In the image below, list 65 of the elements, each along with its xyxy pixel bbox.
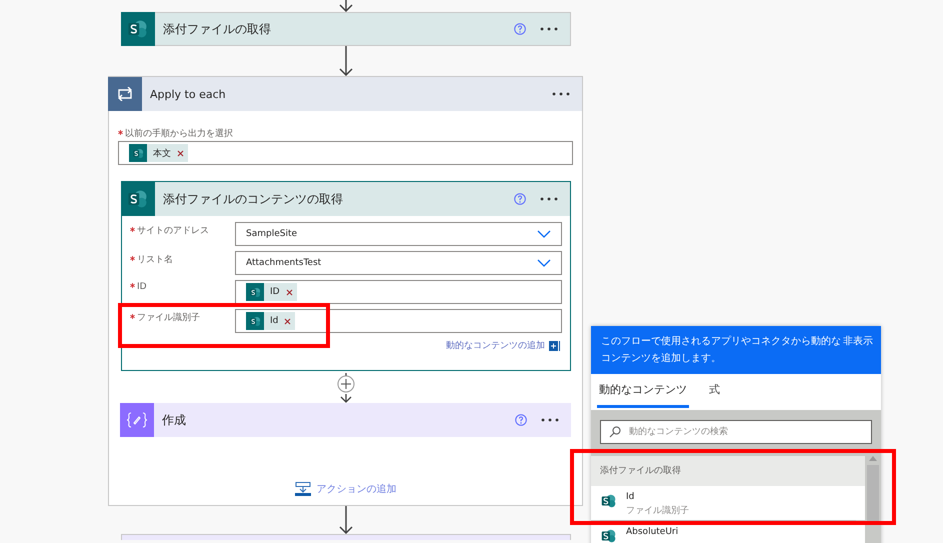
action-card-header[interactable]: 添付ファイルのコンテンツの取得 xyxy=(122,182,570,216)
field-label: ファイル識別子 xyxy=(130,309,230,324)
loop-icon xyxy=(116,87,134,101)
action-title: 添付ファイルのコンテンツの取得 xyxy=(163,190,344,208)
required-asterisk-icon xyxy=(118,130,123,135)
remove-token-icon[interactable] xyxy=(284,318,292,324)
remove-token-icon[interactable] xyxy=(286,288,293,296)
token-label: ID xyxy=(270,287,280,297)
panel-description: このフローで使用されるアプリやコネクタから動的なコンテンツを追加します。 非表示 xyxy=(591,326,881,374)
token-chip[interactable]: ID xyxy=(246,283,297,301)
item-name: AbsoluteUri xyxy=(626,527,678,537)
token-chip[interactable]: 本文 xyxy=(129,144,188,162)
help-icon[interactable] xyxy=(515,414,527,426)
field-label: サイトのアドレス xyxy=(130,222,230,237)
required-asterisk-icon xyxy=(130,256,135,261)
token-label: Id xyxy=(270,316,278,326)
help-icon[interactable] xyxy=(514,23,526,35)
add-icon[interactable] xyxy=(549,340,560,350)
remove-token-icon[interactable] xyxy=(177,150,184,156)
dropdown-field[interactable]: AttachmentsTest xyxy=(235,251,562,275)
arrow-icon xyxy=(338,0,352,12)
sharepoint-icon xyxy=(132,146,144,160)
help-icon[interactable] xyxy=(514,193,526,205)
curly-braces-icon xyxy=(126,412,148,428)
token-label: 本文 xyxy=(153,148,171,160)
loop-header[interactable]: Apply to each xyxy=(109,77,582,111)
tab[interactable]: 式 xyxy=(707,374,722,408)
item-name: Id xyxy=(626,492,636,502)
hide-link[interactable]: 非表示 xyxy=(843,333,873,350)
token-chip[interactable]: Id xyxy=(246,312,296,330)
sharepoint-icon xyxy=(248,286,262,298)
chevron-down-icon xyxy=(537,230,551,238)
sharepoint-icon xyxy=(600,492,618,510)
field-label: ID xyxy=(130,280,230,292)
token-field[interactable]: ID xyxy=(235,280,562,304)
sharepoint-icon xyxy=(600,527,618,543)
more-options-icon[interactable] xyxy=(540,197,558,201)
arrow-icon xyxy=(338,506,352,534)
add-action-link[interactable]: アクションの追加 xyxy=(316,482,396,496)
chevron-down-icon xyxy=(537,259,551,267)
action-card-header[interactable]: 添付ファイルの取得 xyxy=(121,12,571,46)
item-description: ファイル識別子 xyxy=(626,504,689,517)
arrow-icon xyxy=(338,46,352,76)
more-options-icon[interactable] xyxy=(540,27,558,31)
sharepoint-icon xyxy=(248,314,262,328)
more-options-icon[interactable] xyxy=(541,418,559,422)
token-field[interactable]: 本文 xyxy=(118,141,573,165)
action-title: 作成 xyxy=(162,412,187,428)
required-asterisk-icon xyxy=(130,226,135,232)
loop-title: Apply to each xyxy=(150,88,227,100)
action-card-header[interactable]: 作成 xyxy=(121,403,571,437)
group-header[interactable]: 添付ファイルの取得 xyxy=(591,456,865,486)
required-asterisk-icon xyxy=(130,282,135,288)
add-action-icon[interactable] xyxy=(294,482,310,496)
more-options-icon[interactable] xyxy=(552,92,570,96)
action-title: 添付ファイルの取得 xyxy=(163,20,272,38)
required-asterisk-icon xyxy=(130,314,135,319)
add-dynamic-content-link[interactable]: 動的なコンテンツの追加 xyxy=(446,339,545,352)
field-label: リスト名 xyxy=(130,251,230,266)
dynamic-content-item[interactable]: Id ファイル識別子 xyxy=(591,486,865,520)
token-field[interactable]: Id xyxy=(235,309,562,333)
field-label: 以前の手順から出力を選択 xyxy=(118,127,582,140)
dropdown-field[interactable]: SampleSite xyxy=(235,222,562,246)
search-field[interactable]: 動的なコンテンツの検索 xyxy=(600,420,872,444)
insert-step-icon[interactable] xyxy=(336,373,354,403)
